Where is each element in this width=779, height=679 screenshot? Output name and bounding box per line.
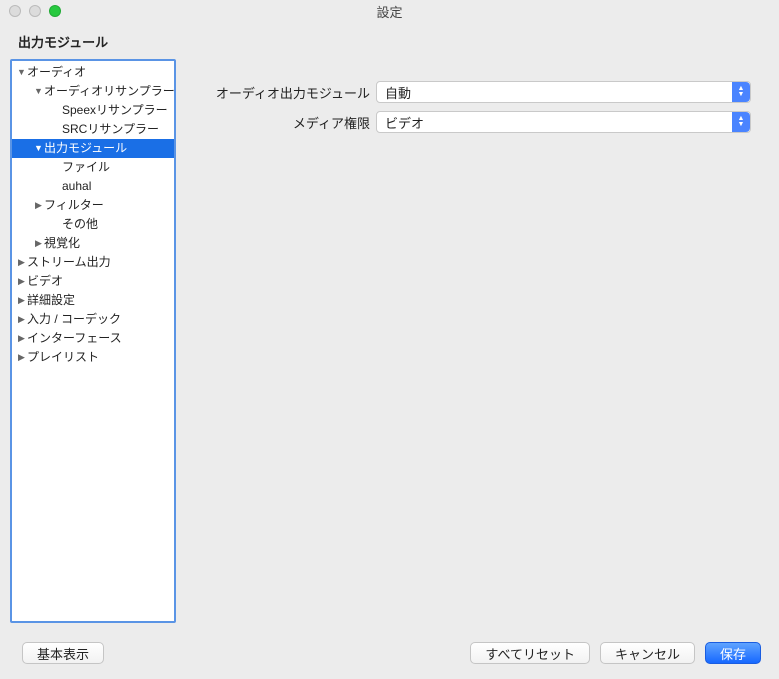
audio-output-module-value: 自動 xyxy=(385,83,411,102)
bottom-toolbar: 基本表示 すべてリセット キャンセル 保存 xyxy=(0,633,779,673)
zoom-icon[interactable] xyxy=(49,5,61,17)
tree-visualization[interactable]: 視覚化 xyxy=(12,234,174,253)
tree-interface[interactable]: インターフェース xyxy=(12,329,174,348)
tree-audio[interactable]: オーディオ xyxy=(12,63,174,82)
minimize-icon[interactable] xyxy=(29,5,41,17)
disclosure-open-icon[interactable] xyxy=(17,63,26,82)
tree-file[interactable]: ファイル xyxy=(12,158,174,177)
tree-video[interactable]: ビデオ xyxy=(12,272,174,291)
tree-item-label: ビデオ xyxy=(27,274,63,288)
tree-audio-resampler[interactable]: オーディオリサンプラー xyxy=(12,82,174,101)
section-title: 出力モジュール xyxy=(0,22,779,59)
basic-view-button[interactable]: 基本表示 xyxy=(22,642,104,664)
tree-advanced[interactable]: 詳細設定 xyxy=(12,291,174,310)
tree-item-label: オーディオ xyxy=(27,65,86,79)
tree-item-label: プレイリスト xyxy=(27,350,99,364)
tree-filters[interactable]: フィルター xyxy=(12,196,174,215)
tree-src-resampler[interactable]: SRCリサンプラー xyxy=(12,120,174,139)
disclosure-closed-icon[interactable] xyxy=(17,310,26,329)
titlebar: 設定 xyxy=(0,0,779,22)
disclosure-closed-icon[interactable] xyxy=(17,272,26,291)
audio-output-module-select[interactable]: 自動 ▲▼ xyxy=(376,81,751,103)
tree-item-label: ストリーム出力 xyxy=(27,255,111,269)
tree-item-label: 視覚化 xyxy=(44,236,80,250)
disclosure-closed-icon[interactable] xyxy=(17,291,26,310)
tree-item-label: インターフェース xyxy=(27,331,122,345)
save-button[interactable]: 保存 xyxy=(705,642,761,664)
cancel-button[interactable]: キャンセル xyxy=(600,642,695,664)
reset-all-button[interactable]: すべてリセット xyxy=(470,642,590,664)
tree-speex-resampler[interactable]: Speexリサンプラー xyxy=(12,101,174,120)
tree-item-label: その他 xyxy=(62,217,98,231)
disclosure-open-icon[interactable] xyxy=(34,82,43,101)
tree-stream-output[interactable]: ストリーム出力 xyxy=(12,253,174,272)
tree-item-label: オーディオリサンプラー xyxy=(44,84,175,98)
disclosure-closed-icon[interactable] xyxy=(17,329,26,348)
tree-item-label: フィルター xyxy=(44,198,104,212)
tree-item-label: 入力 / コーデック xyxy=(27,312,121,326)
tree-item-label: auhal xyxy=(62,179,91,193)
tree-playlist[interactable]: プレイリスト xyxy=(12,348,174,367)
media-permission-select[interactable]: ビデオ ▲▼ xyxy=(376,111,751,133)
disclosure-open-icon[interactable] xyxy=(34,139,43,158)
settings-panel: オーディオ出力モジュール 自動 ▲▼ メディア権限 ビデオ ▲▼ xyxy=(186,59,769,623)
window-title: 設定 xyxy=(0,2,779,21)
audio-output-module-label: オーディオ出力モジュール xyxy=(186,83,376,102)
close-icon[interactable] xyxy=(9,5,21,17)
tree-auhal[interactable]: auhal xyxy=(12,177,174,196)
tree-item-label: Speexリサンプラー xyxy=(62,103,168,117)
tree-other[interactable]: その他 xyxy=(12,215,174,234)
media-permission-value: ビデオ xyxy=(385,113,424,132)
tree-input-codecs[interactable]: 入力 / コーデック xyxy=(12,310,174,329)
disclosure-closed-icon[interactable] xyxy=(17,348,26,367)
sidebar-tree[interactable]: オーディオオーディオリサンプラー Speexリサンプラー SRCリサンプラー出力モジ… xyxy=(10,59,176,623)
tree-item-label: SRCリサンプラー xyxy=(62,122,159,136)
chevron-up-down-icon: ▲▼ xyxy=(732,82,750,102)
disclosure-closed-icon[interactable] xyxy=(34,196,43,215)
chevron-up-down-icon: ▲▼ xyxy=(732,112,750,132)
tree-output-modules[interactable]: 出力モジュール xyxy=(12,139,174,158)
disclosure-closed-icon[interactable] xyxy=(34,234,43,253)
media-permission-label: メディア権限 xyxy=(186,113,376,132)
disclosure-closed-icon[interactable] xyxy=(17,253,26,272)
tree-item-label: ファイル xyxy=(62,160,110,174)
tree-item-label: 詳細設定 xyxy=(27,293,75,307)
tree-item-label: 出力モジュール xyxy=(44,141,127,155)
